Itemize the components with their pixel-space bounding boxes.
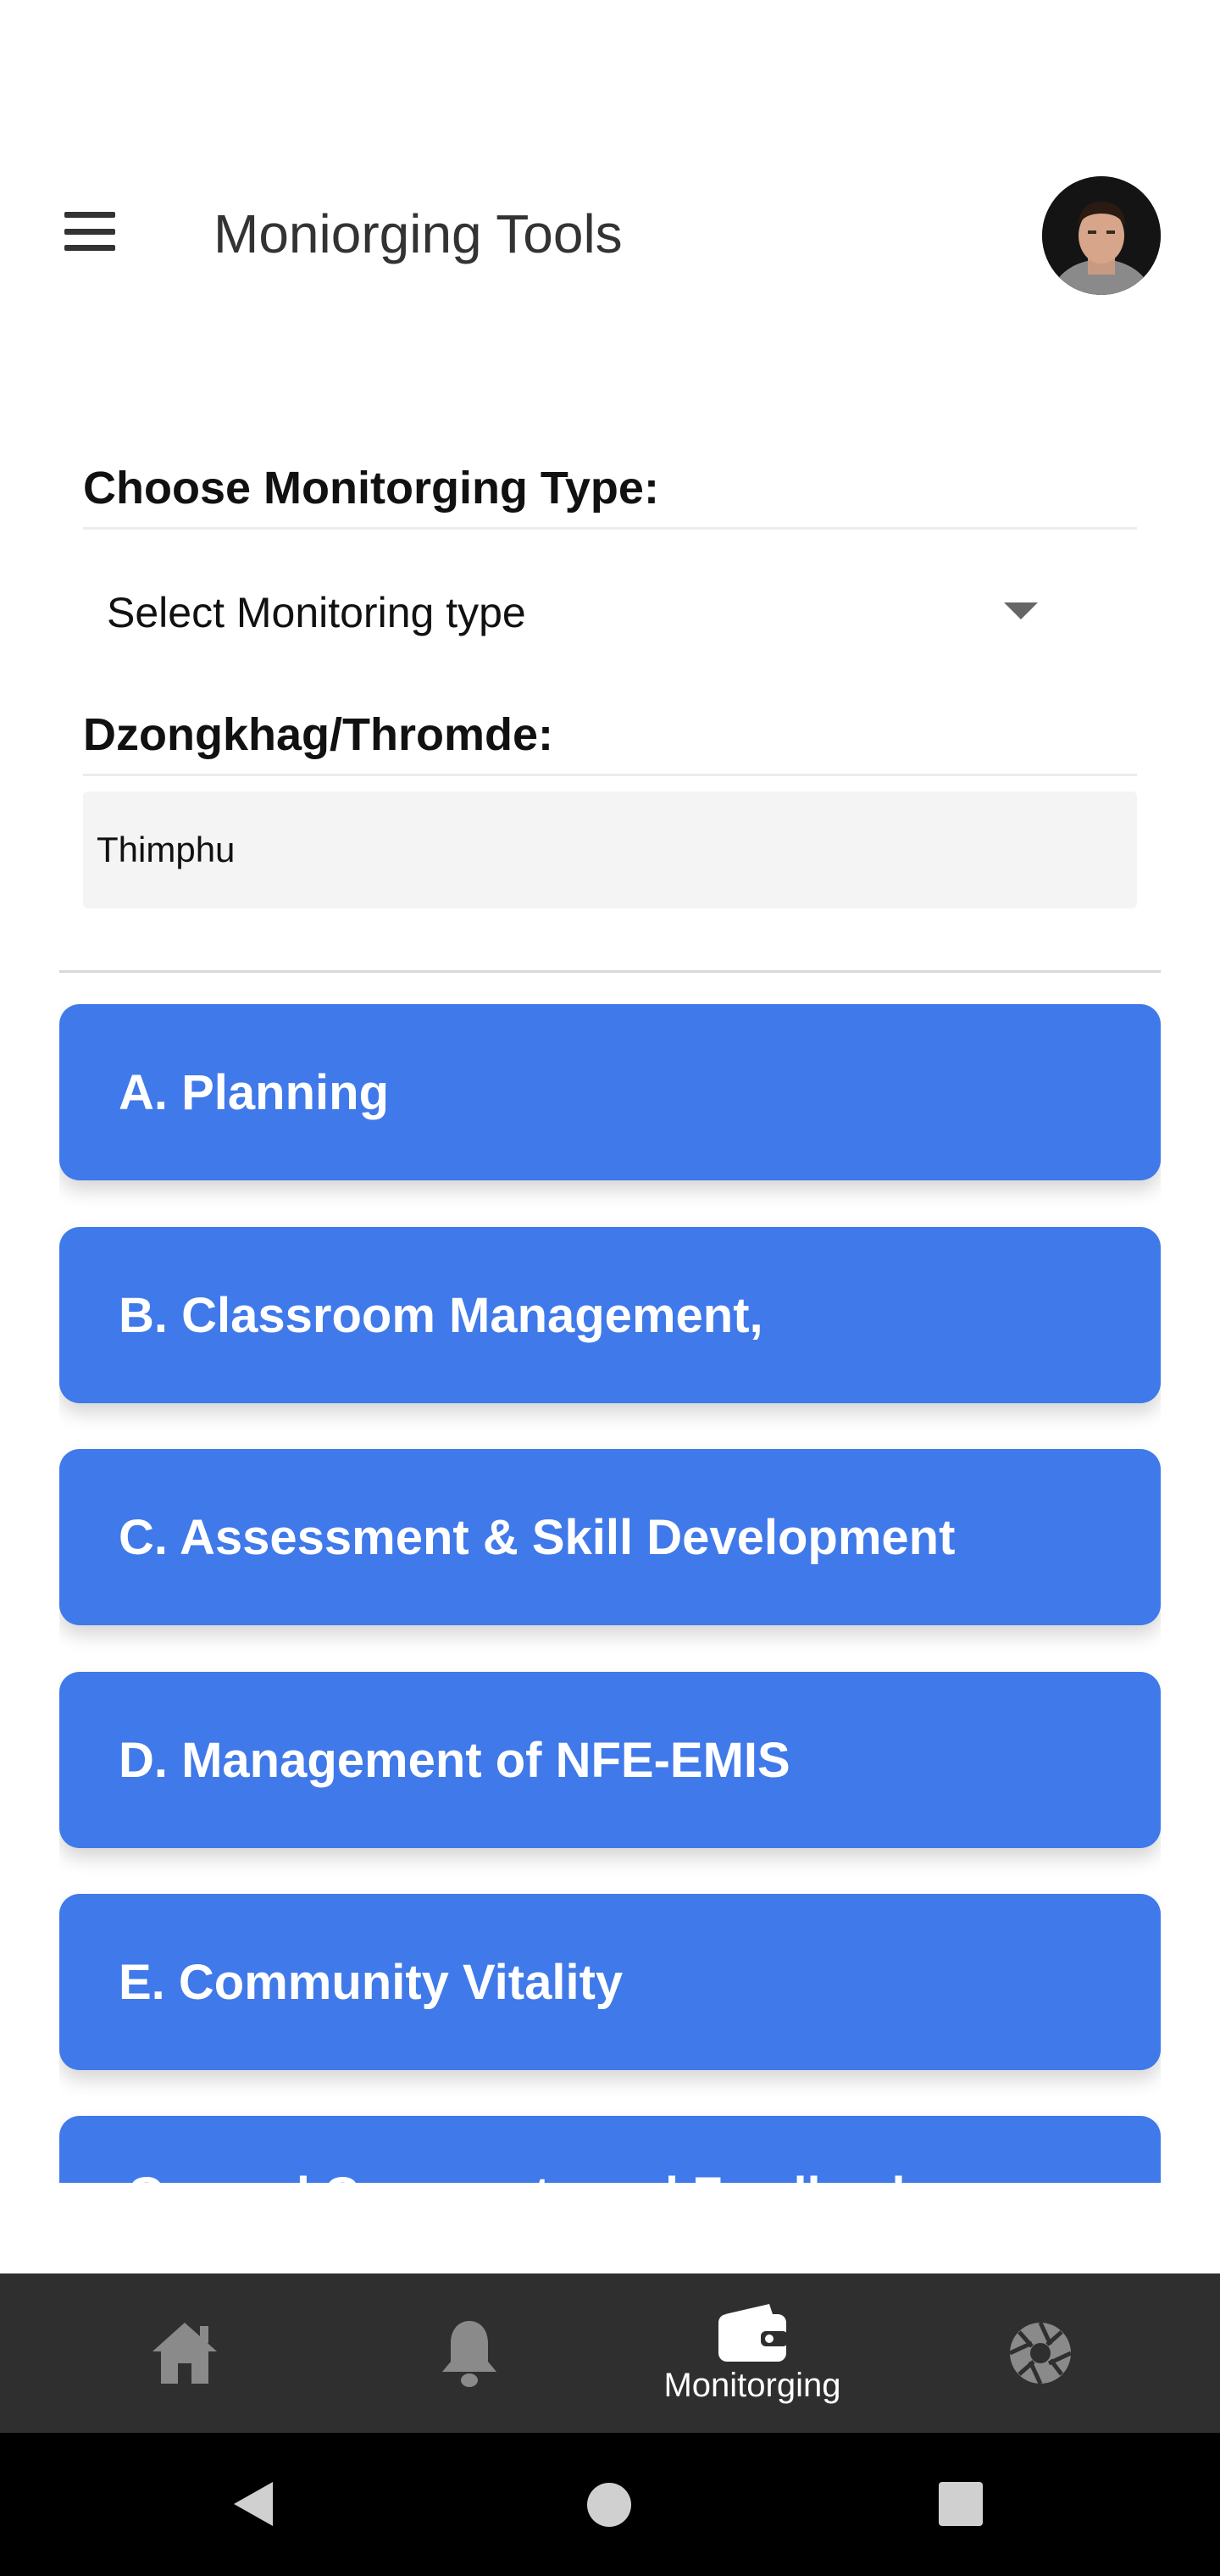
page-title: Moniorging Tools [214, 203, 623, 264]
section-planning[interactable]: A. Planning [59, 1004, 1161, 1180]
nav-monitoring[interactable]: Monitorging [634, 2273, 871, 2433]
section-general-comments[interactable]: General Comments and Feedback [59, 2116, 1161, 2183]
wallet-icon [718, 2303, 788, 2362]
dzongkhag-field[interactable]: Thimphu [83, 791, 1137, 908]
monitoring-type-label: Choose Monitorging Type: [83, 449, 1137, 530]
dropdown-arrow-icon [1004, 602, 1038, 619]
filter-form: Choose Monitorging Type: Select Monitori… [83, 449, 1137, 908]
section-label: E. Community Vitality [119, 1954, 624, 2010]
nav-home[interactable] [66, 2273, 303, 2433]
section-nfe-emis[interactable]: D. Management of NFE-EMIS [59, 1672, 1161, 1848]
section-label: A. Planning [119, 1064, 389, 1120]
system-nav-bar [0, 2433, 1220, 2576]
section-community-vitality[interactable]: E. Community Vitality [59, 1894, 1161, 2070]
dzongkhag-value: Thimphu [97, 830, 236, 869]
avatar[interactable] [1042, 176, 1161, 295]
section-label: D. Management of NFE-EMIS [119, 1732, 790, 1788]
nav-monitoring-label: Monitorging [663, 2366, 841, 2404]
section-list[interactable]: A. Planning B. Classroom Management, C. … [59, 1004, 1161, 2183]
home-button-icon[interactable] [586, 2482, 632, 2528]
monitoring-type-value: Select Monitoring type [107, 589, 526, 636]
bottom-nav: Monitorging [0, 2273, 1220, 2433]
home-icon [152, 2323, 217, 2384]
section-label: C. Assessment & Skill Development [119, 1509, 956, 1565]
dzongkhag-label: Dzongkhag/Thromde: [83, 696, 1137, 776]
section-assessment-skill-development[interactable]: C. Assessment & Skill Development [59, 1449, 1161, 1625]
section-label: General Comments and Feedback [127, 2167, 919, 2183]
back-icon[interactable] [232, 2480, 274, 2528]
nav-settings[interactable] [922, 2273, 1159, 2433]
section-classroom-management[interactable]: B. Classroom Management, [59, 1227, 1161, 1403]
monitoring-type-select[interactable]: Select Monitoring type [83, 530, 1137, 696]
aperture-icon [1008, 2321, 1073, 2385]
menu-icon[interactable] [64, 212, 115, 251]
section-label: B. Classroom Management, [119, 1287, 763, 1343]
divider [59, 970, 1161, 973]
app-bar: Moniorging Tools [0, 161, 1220, 305]
recents-icon[interactable] [939, 2482, 983, 2526]
nav-notifications[interactable] [351, 2273, 588, 2433]
bell-icon [442, 2321, 496, 2387]
